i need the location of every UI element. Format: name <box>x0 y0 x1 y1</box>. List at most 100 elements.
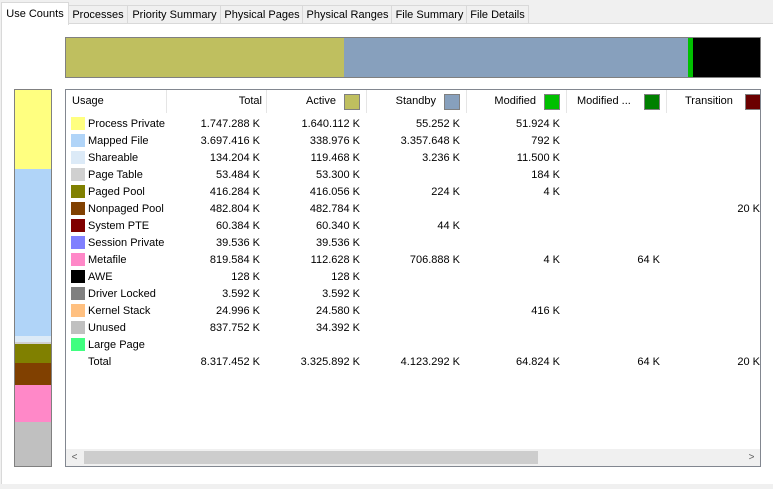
tab-processes[interactable]: Processes <box>67 5 129 24</box>
column-header-total[interactable]: Total <box>167 90 267 113</box>
list-item[interactable]: Kernel Stack 24.996 K 24.580 K 416 K <box>66 303 760 320</box>
column-header-modified[interactable]: Modified <box>467 90 567 113</box>
standby-swatch-icon <box>444 94 460 110</box>
column-header-usage[interactable]: Usage <box>66 90 167 113</box>
status-strip <box>0 484 773 489</box>
modified-no-write-swatch-icon <box>644 94 660 110</box>
usage-name: Kernel Stack <box>88 305 151 317</box>
modified-value: 792 K <box>531 135 560 147</box>
list-item[interactable]: Shareable 134.204 K 119.468 K 3.236 K 11.500… <box>66 150 760 167</box>
scroll-left-icon[interactable]: < <box>66 449 83 466</box>
column-header-transition[interactable]: Transition <box>667 90 760 113</box>
usage-name: Large Page <box>88 339 145 351</box>
color-swatch-icon <box>71 253 85 266</box>
active-value: 24.580 K <box>315 305 360 317</box>
column-label: Standby <box>395 95 436 107</box>
list-item[interactable]: Process Private 1.747.288 K 1.640.112 K 55.… <box>66 116 760 133</box>
modnw-value: 64 K <box>637 254 660 266</box>
list-item[interactable]: Session Private 39.536 K 39.536 K <box>66 235 760 252</box>
column-header-standby[interactable]: Standby <box>367 90 467 113</box>
column-header-modified-no-write[interactable]: Modified ... <box>567 90 667 113</box>
list-item[interactable]: AWE 128 K 128 K <box>66 269 760 286</box>
total-value: 837.752 K <box>209 322 260 334</box>
total-value: 39.536 K <box>215 237 260 249</box>
modified-value: 11.500 K <box>516 152 560 164</box>
scroll-right-icon[interactable]: > <box>743 449 760 466</box>
column-label: Active <box>306 95 336 107</box>
memory-usage-bar <box>65 37 761 78</box>
breakdown-bar-segment <box>15 90 51 169</box>
breakdown-bar-segment <box>15 421 51 466</box>
usage-name: Total <box>88 356 112 368</box>
active-value: 119.468 K <box>310 152 360 164</box>
tab-priority-summary[interactable]: Priority Summary <box>127 5 222 24</box>
modified-value: 4 K <box>543 254 560 266</box>
color-swatch-icon <box>71 287 85 300</box>
standby-value: 55.252 K <box>415 118 460 130</box>
list-item[interactable]: Page Table 53.484 K 53.300 K 184 K <box>66 167 760 184</box>
transition-value: 20 K <box>737 356 760 368</box>
column-label: Modified <box>494 95 536 107</box>
color-swatch-icon <box>71 321 85 334</box>
tab-physical-pages[interactable]: Physical Pages <box>220 5 304 24</box>
usage-breakdown-bar <box>14 89 52 467</box>
list-item[interactable]: Driver Locked 3.592 K 3.592 K <box>66 286 760 303</box>
tab-physical-ranges[interactable]: Physical Ranges <box>302 5 393 24</box>
list-item[interactable]: System PTE 60.384 K 60.340 K 44 K <box>66 218 760 235</box>
scrollbar-thumb[interactable] <box>84 451 538 464</box>
active-value: 482.784 K <box>309 203 360 215</box>
active-value: 3.325.892 K <box>300 356 360 368</box>
usage-name: Process Private <box>88 118 166 130</box>
standby-value: 4.123.292 K <box>400 356 460 368</box>
active-value: 60.340 K <box>315 220 360 232</box>
transition-value: 20 K <box>737 203 760 215</box>
active-value: 112.628 K <box>310 254 360 266</box>
breakdown-bar-segment <box>15 344 51 363</box>
color-swatch-icon <box>71 185 85 198</box>
active-value: 1.640.112 K <box>301 118 360 130</box>
usage-name: System PTE <box>88 220 150 232</box>
usage-bar-segment <box>66 38 344 77</box>
breakdown-bar-segment <box>15 168 51 336</box>
active-value: 34.392 K <box>315 322 360 334</box>
column-label: Modified ... <box>577 95 631 107</box>
total-value: 1.747.288 K <box>200 118 260 130</box>
list-item[interactable]: Unused 837.752 K 34.392 K <box>66 320 760 337</box>
usage-name: Driver Locked <box>88 288 156 300</box>
color-swatch-icon <box>71 151 85 164</box>
usage-name: Mapped File <box>88 135 149 147</box>
active-swatch-icon <box>344 94 360 110</box>
usage-name: Session Private <box>88 237 165 249</box>
modified-swatch-icon <box>544 94 560 110</box>
standby-value: 3.236 K <box>422 152 460 164</box>
list-item[interactable]: Mapped File 3.697.416 K 338.976 K 3.357.648… <box>66 133 760 150</box>
tab-file-details[interactable]: File Details <box>466 5 529 24</box>
total-value: 8.317.452 K <box>200 356 260 368</box>
column-header-active[interactable]: Active <box>267 90 367 113</box>
list-item[interactable]: Paged Pool 416.284 K 416.056 K 224 K 4 K <box>66 184 760 201</box>
usage-name: Paged Pool <box>88 186 145 198</box>
list-item[interactable]: Large Page <box>66 337 760 354</box>
active-value: 39.536 K <box>315 237 360 249</box>
list-item[interactable]: Metafile 819.584 K 112.628 K 706.888 K 4 K 64… <box>66 252 760 269</box>
horizontal-scrollbar[interactable]: < > <box>66 449 760 466</box>
column-label: Transition <box>685 95 733 107</box>
list-item[interactable]: Nonpaged Pool 482.804 K 482.784 K 20 K <box>66 201 760 218</box>
tab-file-summary[interactable]: File Summary <box>391 5 468 24</box>
total-value: 3.592 K <box>222 288 260 300</box>
active-value: 128 K <box>331 271 360 283</box>
modified-value: 184 K <box>531 169 560 181</box>
active-value: 53.300 K <box>315 169 360 181</box>
total-value: 60.384 K <box>215 220 260 232</box>
use-counts-list[interactable]: Usage Total Active Standby Modified Modi… <box>65 89 761 467</box>
total-row[interactable]: Total 8.317.452 K 3.325.892 K 4.123.292 K 64… <box>66 354 760 371</box>
active-value: 3.592 K <box>322 288 360 300</box>
usage-name: Metafile <box>88 254 127 266</box>
standby-value: 706.888 K <box>409 254 460 266</box>
list-header: Usage Total Active Standby Modified Modi… <box>66 90 760 114</box>
total-value: 3.697.416 K <box>200 135 260 147</box>
active-value: 416.056 K <box>309 186 360 198</box>
standby-value: 224 K <box>431 186 460 198</box>
color-swatch-icon <box>71 168 85 181</box>
tab-use-counts[interactable]: Use Counts <box>1 2 69 25</box>
